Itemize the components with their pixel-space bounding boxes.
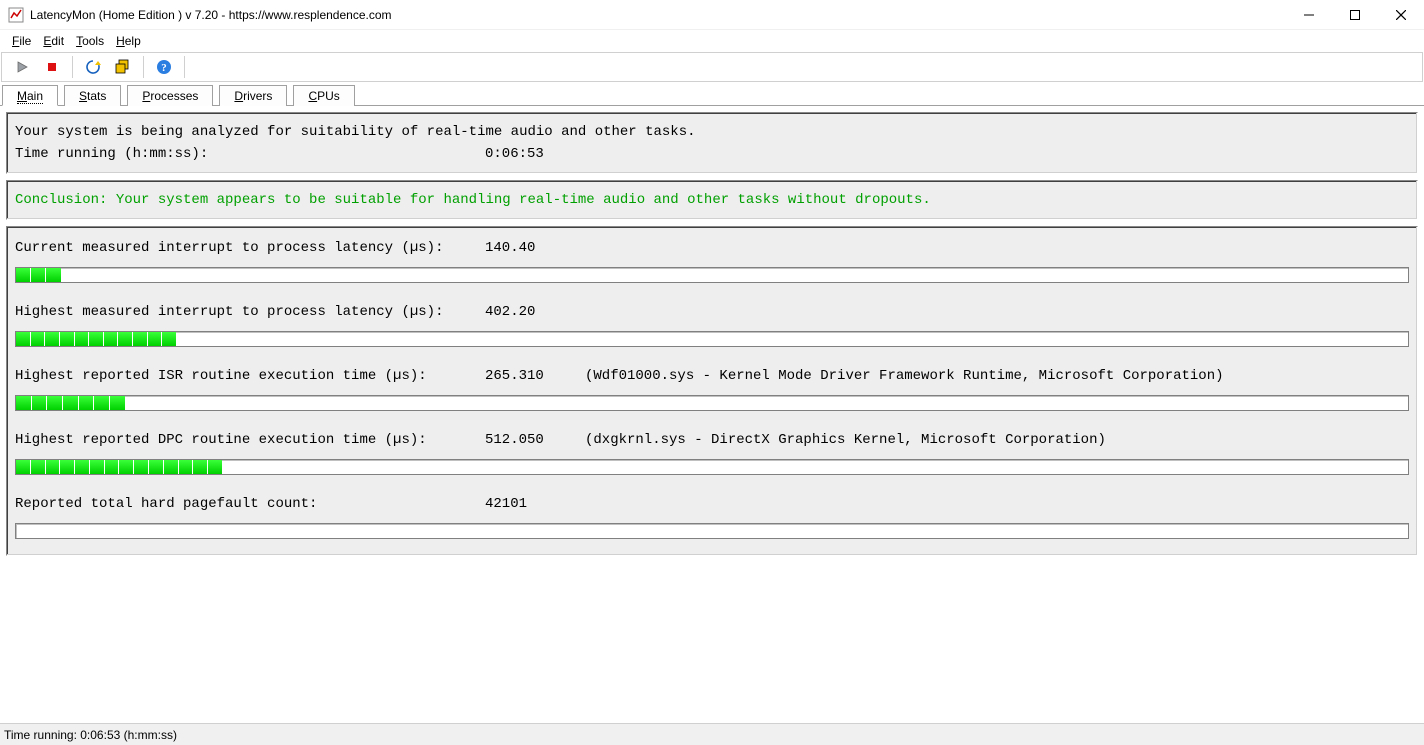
metric-dpc-extra: (dxgkrnl.sys - DirectX Graphics Kernel, … (585, 429, 1409, 451)
tab-main[interactable]: Main (2, 85, 58, 106)
help-button[interactable]: ? (150, 55, 178, 79)
menu-file[interactable]: File (6, 32, 37, 50)
menu-tools[interactable]: Tools (70, 32, 110, 50)
metrics-panel: Current measured interrupt to process la… (6, 226, 1418, 556)
metric-isr: Highest reported ISR routine execution t… (15, 365, 1409, 411)
metric-current-label: Current measured interrupt to process la… (15, 237, 485, 259)
svg-text:?: ? (161, 62, 167, 74)
menu-edit-rest: dit (51, 34, 64, 48)
close-button[interactable] (1378, 0, 1424, 30)
metric-pagefault-value: 42101 (485, 493, 585, 515)
conclusion-panel: Conclusion: Your system appears to be su… (6, 180, 1418, 220)
menu-file-rest: ile (19, 34, 31, 48)
main-content: Your system is being analyzed for suitab… (0, 106, 1424, 723)
metric-current-value: 140.40 (485, 237, 585, 259)
metric-isr-extra: (Wdf01000.sys - Kernel Mode Driver Frame… (585, 365, 1409, 387)
menu-tools-rest: ools (82, 34, 104, 48)
tool-refresh-button[interactable] (79, 55, 107, 79)
menu-help-rest: elp (125, 34, 141, 48)
metric-dpc-label: Highest reported DPC routine execution t… (15, 429, 485, 451)
header-panel: Your system is being analyzed for suitab… (6, 112, 1418, 174)
metric-highest: Highest measured interrupt to process la… (15, 301, 1409, 347)
metric-pagefault: Reported total hard pagefault count: 421… (15, 493, 1409, 539)
tab-cpus[interactable]: CPUs (293, 85, 354, 106)
start-button[interactable] (8, 55, 36, 79)
toolbar-separator-2 (143, 56, 144, 78)
metric-dpc-value: 512.050 (485, 429, 585, 451)
statusbar: Time running: 0:06:53 (h:mm:ss) (0, 723, 1424, 745)
window-title: LatencyMon (Home Edition ) v 7.20 - http… (30, 8, 392, 22)
metric-pagefault-extra (585, 493, 1409, 515)
tabstrip: Main Stats Processes Drivers CPUs (0, 82, 1424, 106)
metric-isr-value: 265.310 (485, 365, 585, 387)
conclusion-text: Conclusion: Your system appears to be su… (15, 189, 1409, 211)
titlebar: LatencyMon (Home Edition ) v 7.20 - http… (0, 0, 1424, 30)
metric-pagefault-label: Reported total hard pagefault count: (15, 493, 485, 515)
metric-highest-value: 402.20 (485, 301, 585, 323)
metric-current-extra (585, 237, 1409, 259)
metric-dpc: Highest reported DPC routine execution t… (15, 429, 1409, 475)
toolbar-separator (72, 56, 73, 78)
time-label: Time running (h:mm:ss): (15, 143, 485, 165)
app-icon (8, 7, 24, 23)
tool-windows-button[interactable] (109, 55, 137, 79)
status-text: Time running: 0:06:53 (h:mm:ss) (4, 728, 177, 742)
menu-help[interactable]: Help (110, 32, 147, 50)
metric-pagefault-bar (15, 523, 1409, 539)
metric-highest-label: Highest measured interrupt to process la… (15, 301, 485, 323)
analysis-line: Your system is being analyzed for suitab… (15, 121, 1409, 143)
tab-stats[interactable]: Stats (64, 85, 121, 106)
metric-current: Current measured interrupt to process la… (15, 237, 1409, 283)
metric-highest-bar (15, 331, 1409, 347)
toolbar-separator-3 (184, 56, 185, 78)
menu-edit[interactable]: Edit (37, 32, 70, 50)
metric-dpc-bar (15, 459, 1409, 475)
metric-isr-label: Highest reported ISR routine execution t… (15, 365, 485, 387)
metric-isr-bar (15, 395, 1409, 411)
menubar: File Edit Tools Help (0, 30, 1424, 52)
stop-button[interactable] (38, 55, 66, 79)
tab-processes[interactable]: Processes (127, 85, 213, 106)
minimize-button[interactable] (1286, 0, 1332, 30)
metric-highest-extra (585, 301, 1409, 323)
metric-current-bar (15, 267, 1409, 283)
tab-drivers[interactable]: Drivers (219, 85, 287, 106)
maximize-button[interactable] (1332, 0, 1378, 30)
toolbar: ? (1, 52, 1423, 82)
time-value: 0:06:53 (485, 143, 1409, 165)
time-row: Time running (h:mm:ss): 0:06:53 (15, 143, 1409, 165)
